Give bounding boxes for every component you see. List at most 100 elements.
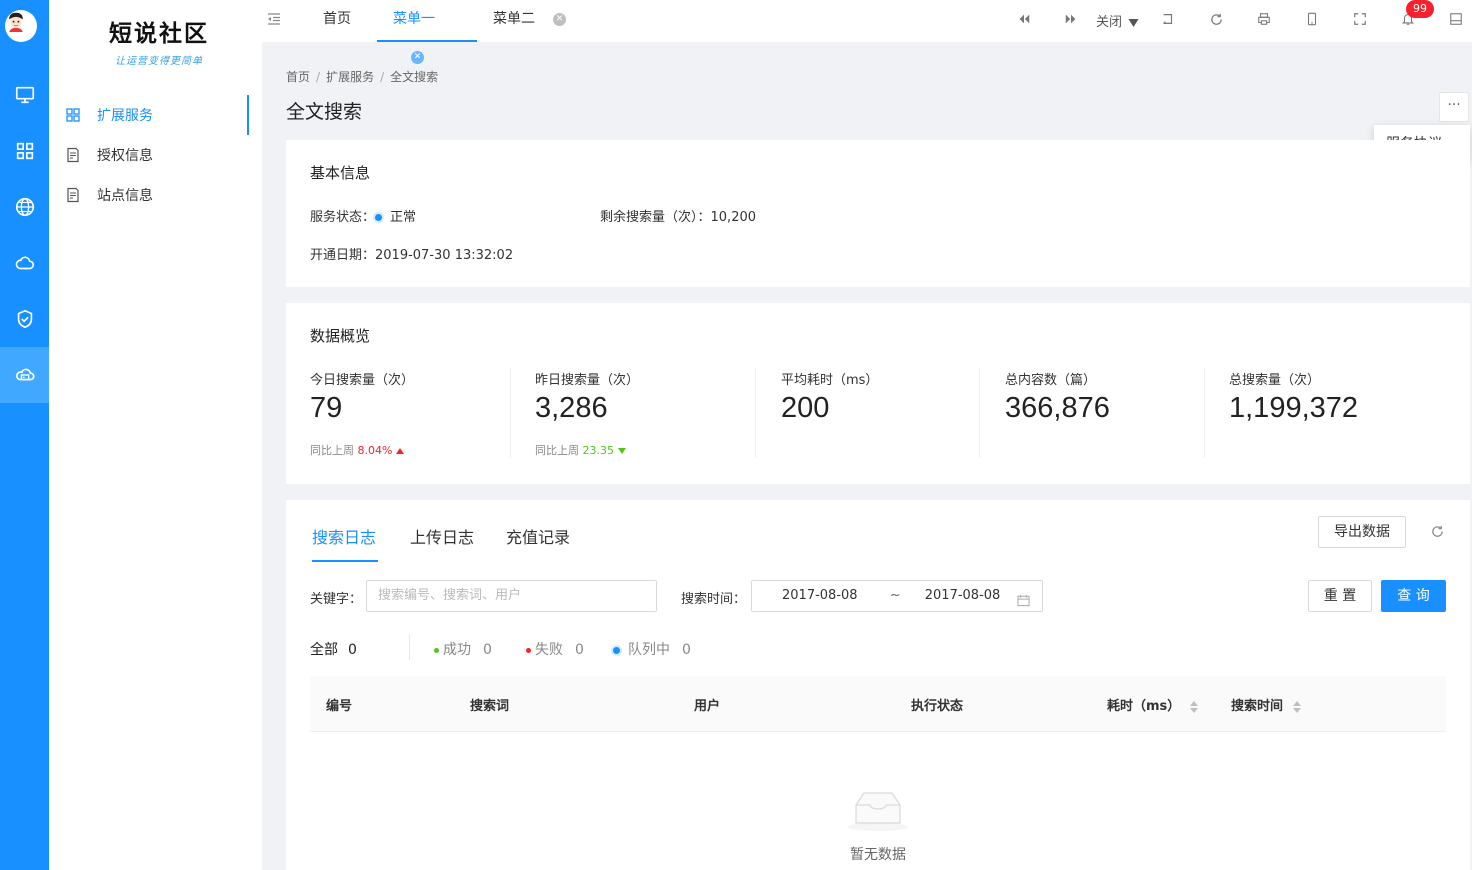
date-end[interactable]: 2017-08-08 — [925, 588, 1001, 603]
stat-value: 200 — [781, 392, 830, 424]
breadcrumb-item[interactable]: 首页 — [286, 70, 310, 84]
remaining-searches: 剩余搜索量（次）：10,200 — [600, 206, 756, 225]
tab-label: 菜单二 — [493, 11, 535, 27]
export-data-button[interactable]: 导出数据 — [1318, 516, 1406, 548]
reload-icon[interactable] — [1430, 524, 1446, 540]
keyword-search-input[interactable]: 搜索编号、搜索词、用户 — [366, 580, 657, 612]
compare-label: 同比上周 — [310, 444, 354, 457]
user-avatar[interactable] — [5, 10, 37, 42]
rail-item-extend[interactable] — [0, 347, 49, 403]
filter-label: 队列中 — [628, 642, 670, 658]
stat-compare: 同比上周 23.35 — [535, 442, 626, 458]
mobile-icon[interactable] — [1304, 11, 1320, 27]
date-range-picker[interactable]: 2017-08-08 ~ 2017-08-08 — [751, 580, 1043, 612]
refresh-icon[interactable] — [1208, 11, 1224, 27]
apps-grid-icon — [16, 142, 33, 160]
calendar-icon — [1017, 589, 1030, 619]
remaining-label: 剩余搜索量（次）： — [600, 210, 711, 225]
keyword-label: 关键字： — [310, 592, 363, 607]
breadcrumb-item[interactable]: 扩展服务 — [326, 70, 374, 84]
tab-upload-log[interactable]: 上传日志 — [410, 524, 474, 548]
tab-home[interactable]: 首页 — [323, 0, 351, 42]
sidebar-item-label: 授权信息 — [97, 148, 153, 164]
status-label: 服务状态： — [310, 210, 376, 225]
filter-all[interactable]: 全部 0 — [310, 639, 357, 659]
empty-inbox-icon — [846, 785, 910, 833]
filter-fail[interactable]: 失败 0 — [526, 639, 584, 659]
open-date-value: 2019-07-30 13:32:02 — [375, 248, 514, 263]
tab-menu-one[interactable]: 菜单一 ✕ — [377, 0, 477, 64]
sidebar-item-license[interactable]: 授权信息 — [49, 135, 262, 175]
fullscreen-icon[interactable] — [1352, 11, 1368, 27]
sort-icon[interactable] — [1190, 700, 1199, 713]
tab-menu-two[interactable]: 菜单二 ✕ — [493, 0, 566, 42]
column-header-label: 搜索时间 — [1231, 699, 1284, 714]
filter-label: 成功 — [443, 642, 471, 658]
close-tab-icon[interactable]: ✕ — [411, 50, 424, 64]
divider — [1204, 368, 1205, 458]
tab-recharge-log[interactable]: 充值记录 — [506, 524, 570, 548]
reset-button[interactable]: 重 置 — [1308, 580, 1372, 612]
column-header-user: 用户 — [694, 699, 721, 714]
logo-subtitle: 让运营变得更简单 — [115, 56, 203, 67]
document-icon — [65, 147, 81, 163]
stat-label: 总内容数（篇） — [1005, 373, 1097, 388]
stat-value: 366,876 — [1005, 392, 1110, 424]
open-date: 开通日期：2019-07-30 13:32:02 — [310, 244, 513, 263]
column-header-search-time[interactable]: 搜索时间 — [1231, 695, 1302, 714]
filter-queue[interactable]: 队列中 0 — [613, 639, 691, 659]
date-start[interactable]: 2017-08-08 — [782, 588, 858, 603]
filter-label: 全部 — [310, 642, 338, 658]
top-bar: 首页 菜单一 ✕ 菜单二 ✕ 关闭 99 — [262, 0, 1472, 64]
secondary-sidebar: 短说社区 让运营变得更简单 扩展服务 授权信息 站点信息 — [49, 0, 262, 870]
cloud-server-icon — [15, 368, 34, 381]
column-header-keyword: 搜索词 — [470, 699, 510, 714]
fail-dot — [526, 647, 531, 653]
scroll-left-icon[interactable] — [1016, 11, 1032, 27]
stat-value: 3,286 — [535, 392, 608, 424]
stat-label: 总搜索量（次） — [1229, 373, 1321, 388]
document-icon — [65, 187, 81, 203]
stat-compare: 同比上周 8.04% — [310, 442, 404, 458]
status-dot — [375, 214, 383, 221]
tab-search-log[interactable]: 搜索日志 — [312, 524, 376, 548]
column-header-id: 编号 — [326, 699, 353, 714]
stat-total-searches: 总搜索量（次） 1,199,372 — [1229, 369, 1358, 425]
stat-today-searches: 今日搜索量（次） 79 — [310, 369, 414, 425]
stat-value: 79 — [310, 392, 343, 424]
column-header-label: 耗时（ms） — [1107, 699, 1181, 714]
caret-down-icon — [1128, 18, 1139, 27]
column-header-duration[interactable]: 耗时（ms） — [1107, 695, 1199, 714]
print-icon[interactable] — [1256, 11, 1272, 27]
cloud-icon — [15, 256, 34, 270]
back-icon[interactable] — [1160, 11, 1176, 27]
sidebar-item-extend-service[interactable]: 扩展服务 — [49, 95, 262, 135]
date-separator: ~ — [889, 588, 901, 603]
filter-success[interactable]: 成功 0 — [434, 639, 492, 659]
page-title: 全文搜索 — [286, 101, 363, 123]
data-overview-card: 数据概览 今日搜索量（次） 79 同比上周 8.04% 昨日搜索量（次） 3,2… — [286, 303, 1470, 484]
menu-fold-icon[interactable] — [266, 11, 282, 27]
success-dot — [434, 647, 439, 653]
card-title: 数据概览 — [310, 327, 371, 345]
sidebar-menu: 扩展服务 授权信息 站点信息 — [49, 95, 262, 215]
screen-lock-icon[interactable] — [1448, 11, 1464, 27]
compare-label: 同比上周 — [535, 444, 579, 457]
sort-icon[interactable] — [1293, 700, 1302, 713]
rail-item-cloud[interactable] — [0, 235, 49, 291]
more-actions-button[interactable]: ··· — [1439, 92, 1469, 122]
rail-item-apps[interactable] — [0, 123, 49, 179]
scroll-right-icon[interactable] — [1063, 11, 1079, 27]
close-tabs-dropdown[interactable]: 关闭 — [1096, 11, 1139, 30]
sidebar-item-site[interactable]: 站点信息 — [49, 175, 262, 215]
remaining-value: 10,200 — [710, 210, 757, 225]
card-title: 基本信息 — [310, 164, 371, 182]
query-button[interactable]: 查 询 — [1381, 580, 1446, 612]
stat-total-content: 总内容数（篇） 366,876 — [1005, 369, 1110, 425]
rail-item-globe[interactable] — [0, 179, 49, 235]
brand-logo[interactable]: 短说社区 让运营变得更简单 — [99, 14, 219, 67]
stat-label: 平均耗时（ms） — [781, 373, 879, 388]
close-tab-icon[interactable]: ✕ — [553, 12, 566, 26]
rail-item-security[interactable] — [0, 291, 49, 347]
rail-item-monitor[interactable] — [0, 67, 49, 123]
